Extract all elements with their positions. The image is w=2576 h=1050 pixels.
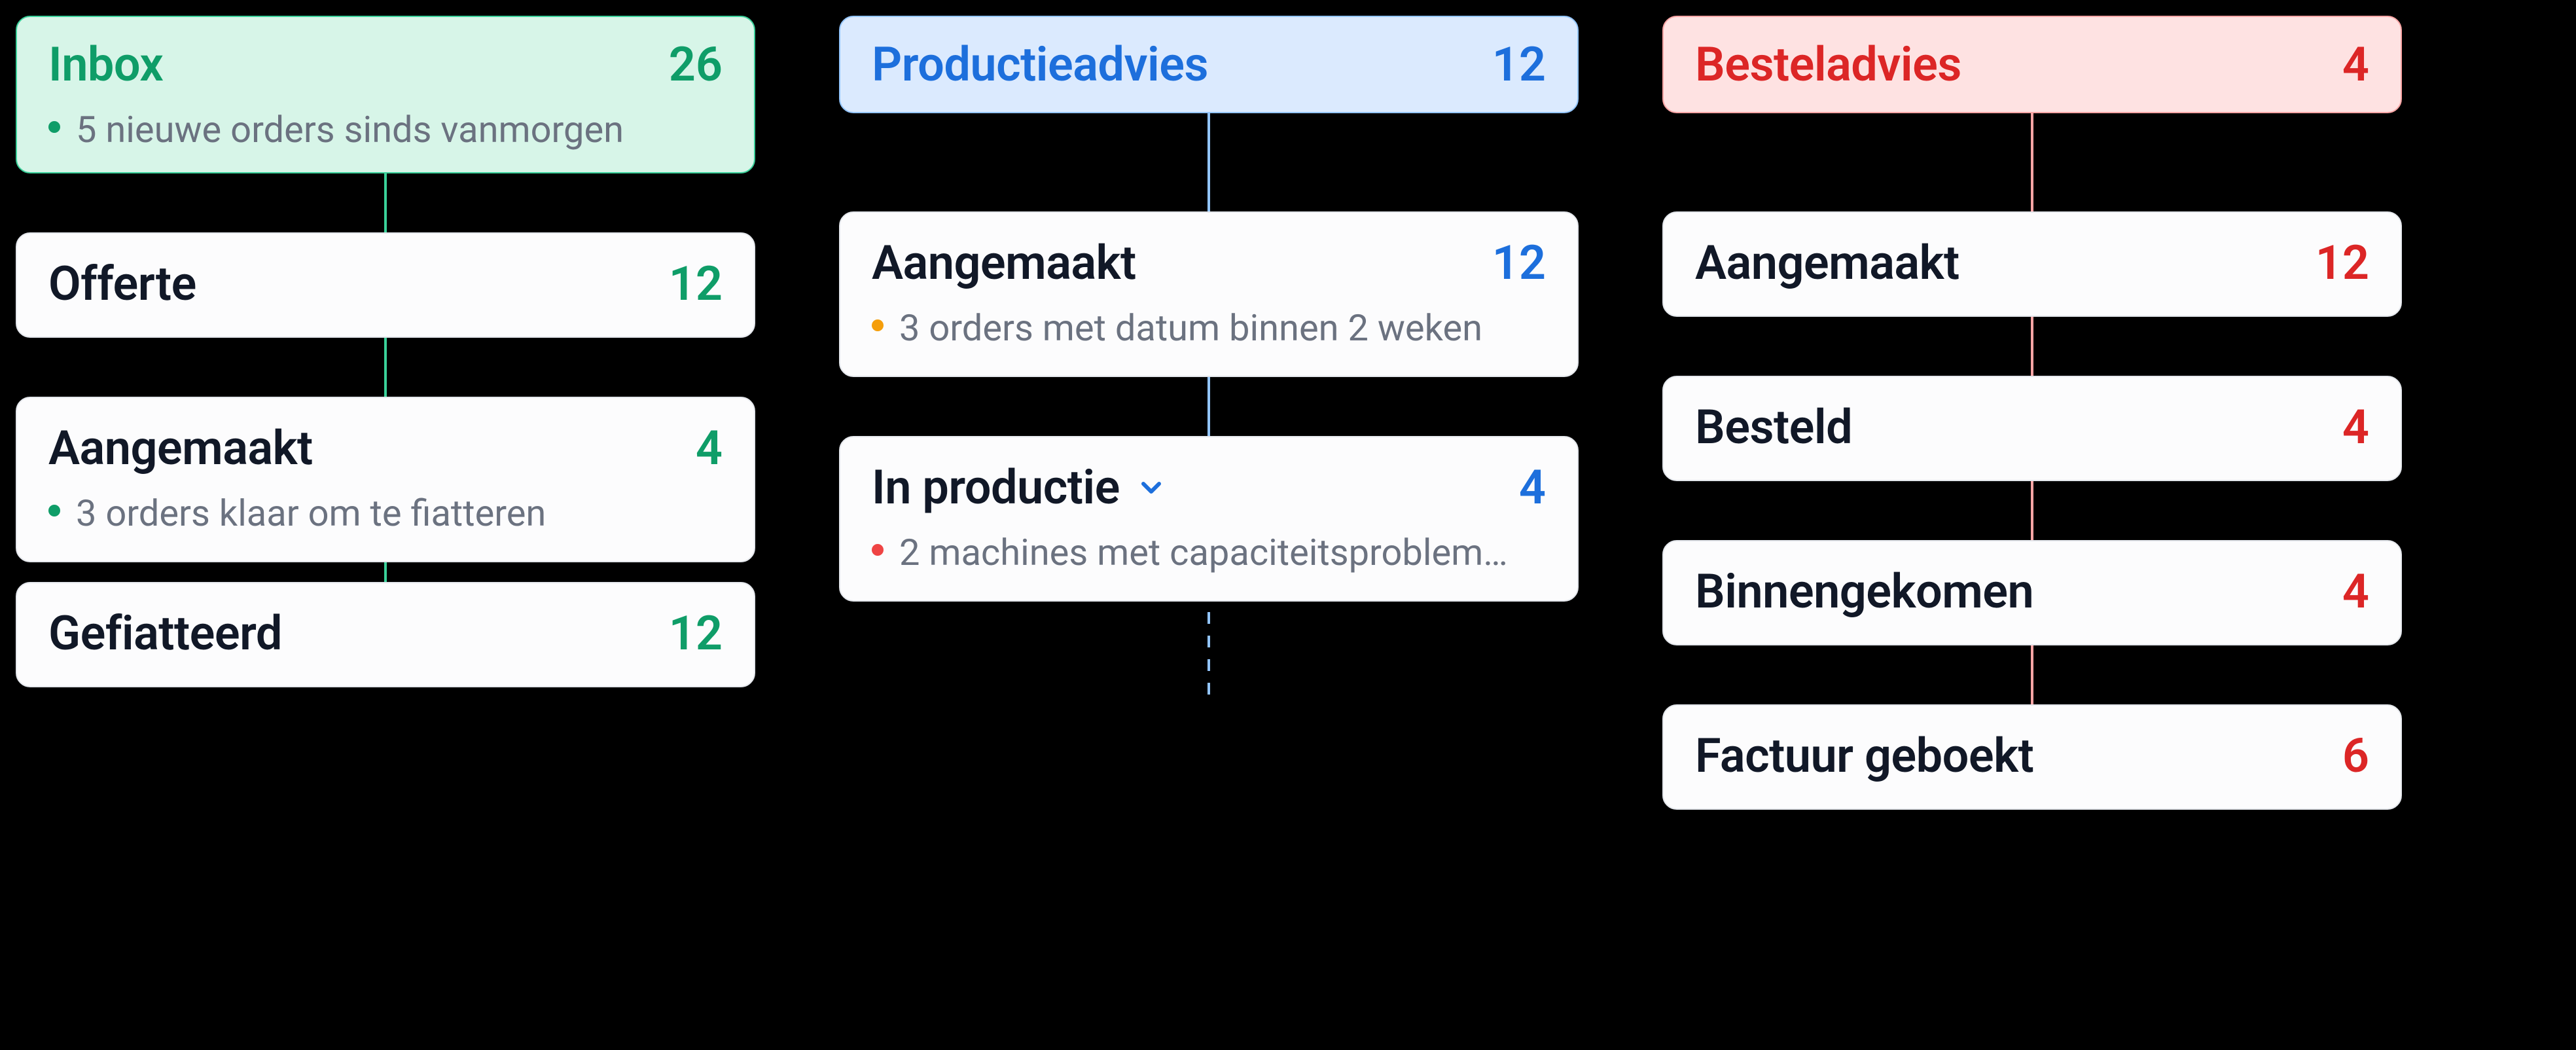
column-besteladvies: Besteladvies 4 Aangemaakt 12 Besteld 4 B…: [1662, 16, 2402, 810]
stage-card-in-productie[interactable]: In productie 4 2 machines met capaciteit…: [839, 436, 1579, 602]
stage-title: In productie: [872, 460, 1167, 515]
stage-count: 12: [2316, 235, 2369, 291]
stage-count: 4: [2342, 399, 2369, 455]
stage-note: 3 orders met datum binnen 2 weken: [872, 305, 1546, 351]
status-dot-icon: [872, 319, 884, 331]
status-dot-icon: [872, 544, 884, 556]
status-dot-icon: [48, 121, 60, 133]
stage-title: Offerte: [48, 256, 196, 312]
stage-count: 12: [669, 256, 723, 312]
status-dot-icon: [48, 505, 60, 516]
stage-card-offerte[interactable]: Offerte 12: [16, 232, 755, 338]
stage-title: Besteld: [1695, 399, 1852, 455]
connector-line: [1208, 113, 1210, 211]
connector-line: [2031, 113, 2033, 211]
connector-line: [384, 338, 387, 397]
stage-count: 12: [669, 606, 723, 661]
header-card-inbox[interactable]: Inbox 26 5 nieuwe orders sinds vanmorgen: [16, 16, 755, 173]
connector-line-dashed: [1208, 612, 1210, 704]
header-card-besteladvies[interactable]: Besteladvies 4: [1662, 16, 2402, 113]
header-note: 5 nieuwe orders sinds vanmorgen: [48, 107, 723, 153]
stage-title: Aangemaakt: [872, 235, 1136, 291]
connector-line: [384, 173, 387, 232]
header-count: 26: [669, 37, 723, 92]
header-count: 12: [1492, 37, 1546, 92]
header-card-productieadvies[interactable]: Productieadvies 12: [839, 16, 1579, 113]
stage-note: 3 orders klaar om te fiatteren: [48, 490, 723, 536]
header-title: Inbox: [48, 37, 163, 92]
stage-card-factuur-geboekt[interactable]: Factuur geboekt 6: [1662, 704, 2402, 810]
connector-line: [2031, 481, 2033, 540]
stage-count: 4: [696, 420, 723, 476]
stage-count: 4: [2342, 564, 2369, 619]
stage-title: Gefiatteerd: [48, 606, 282, 661]
chevron-down-icon[interactable]: [1136, 460, 1167, 515]
header-title: Besteladvies: [1695, 37, 1961, 92]
stage-title: Factuur geboekt: [1695, 728, 2033, 784]
stage-card-aangemaakt[interactable]: Aangemaakt 4 3 orders klaar om te fiatte…: [16, 397, 755, 562]
stage-title: Aangemaakt: [48, 420, 313, 476]
stage-card-aangemaakt[interactable]: Aangemaakt 12: [1662, 211, 2402, 317]
stage-note: 2 machines met capaciteitsproblem…: [872, 530, 1546, 575]
connector-line: [2031, 645, 2033, 704]
connector-line: [1208, 377, 1210, 436]
column-inbox: Inbox 26 5 nieuwe orders sinds vanmorgen…: [16, 16, 755, 687]
stage-card-aangemaakt[interactable]: Aangemaakt 12 3 orders met datum binnen …: [839, 211, 1579, 377]
connector-line: [2031, 317, 2033, 376]
stage-count: 6: [2342, 728, 2369, 784]
column-productieadvies: Productieadvies 12 Aangemaakt 12 3 order…: [839, 16, 1579, 704]
stage-card-besteld[interactable]: Besteld 4: [1662, 376, 2402, 481]
stage-title: Binnengekomen: [1695, 564, 2033, 619]
stage-count: 4: [1519, 460, 1546, 515]
header-title: Productieadvies: [872, 37, 1208, 92]
stage-card-gefiatteerd[interactable]: Gefiatteerd 12: [16, 582, 755, 687]
stage-card-binnengekomen[interactable]: Binnengekomen 4: [1662, 540, 2402, 645]
header-count: 4: [2342, 37, 2369, 92]
stage-count: 12: [1492, 235, 1546, 291]
stage-title: Aangemaakt: [1695, 235, 1959, 291]
